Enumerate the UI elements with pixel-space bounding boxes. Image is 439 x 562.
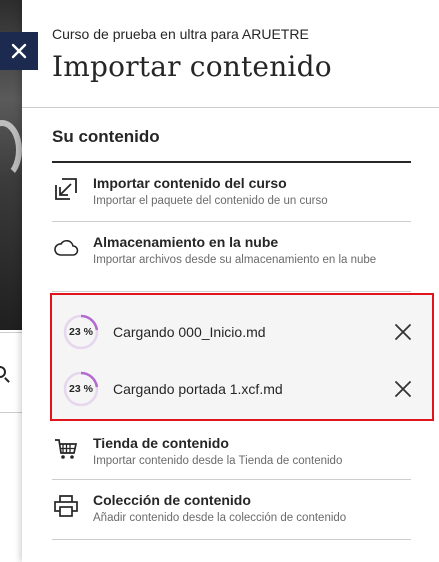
background-page	[0, 0, 22, 562]
page-title: Importar contenido	[52, 50, 332, 83]
cart-icon	[52, 435, 80, 463]
search-icon	[0, 366, 6, 378]
upload-label: Cargando portada 1.xcf.md	[113, 381, 283, 397]
option-description: Importar el paquete del contenido de un …	[93, 195, 328, 207]
panel-header: Curso de prueba en ultra para ARUETRE Im…	[22, 0, 439, 108]
option-description: Importar contenido desde la Tienda de co…	[93, 455, 343, 467]
close-icon	[395, 324, 411, 340]
option-title: Almacenamiento en la nube	[93, 234, 279, 250]
import-content-panel: Curso de prueba en ultra para ARUETRE Im…	[22, 0, 439, 562]
option-title: Colección de contenido	[93, 492, 251, 508]
upload-label: Cargando 000_Inicio.md	[113, 324, 266, 340]
cancel-upload-button[interactable]	[392, 321, 414, 343]
section-title: Su contenido	[52, 127, 411, 163]
close-icon	[395, 381, 411, 397]
close-panel-button[interactable]	[0, 32, 38, 70]
import-arrow-icon	[52, 175, 80, 203]
option-description: Importar archivos desde su almacenamient…	[93, 254, 377, 266]
divider	[0, 412, 22, 413]
printer-icon	[52, 492, 80, 520]
progress-percent: 23 %	[69, 326, 93, 338]
option-description: Añadir contenido desde la colección de c…	[93, 512, 347, 524]
course-name: Curso de prueba en ultra para ARUETRE	[52, 26, 309, 42]
cloud-icon	[52, 234, 80, 262]
option-title: Tienda de contenido	[93, 435, 229, 451]
progress-ring: 23 %	[62, 370, 100, 408]
divider	[0, 332, 22, 333]
progress-percent: 23 %	[69, 383, 93, 395]
upload-item: 23 % Cargando 000_Inicio.md	[62, 312, 422, 352]
upload-progress-list: 23 % Cargando 000_Inicio.md 23 % Cargand…	[50, 293, 434, 421]
import-course-content-option[interactable]: Importar contenido del curso Importar el…	[52, 163, 411, 222]
upload-item: 23 % Cargando portada 1.xcf.md	[62, 369, 422, 409]
content-market-option[interactable]: Tienda de contenido Importar contenido d…	[52, 423, 411, 480]
cloud-storage-option[interactable]: Almacenamiento en la nube Importar archi…	[52, 222, 411, 292]
cancel-upload-button[interactable]	[392, 378, 414, 400]
progress-ring: 23 %	[62, 313, 100, 351]
close-icon	[11, 43, 27, 59]
content-collection-option[interactable]: Colección de contenido Añadir contenido …	[52, 480, 411, 540]
option-title: Importar contenido del curso	[93, 175, 287, 191]
